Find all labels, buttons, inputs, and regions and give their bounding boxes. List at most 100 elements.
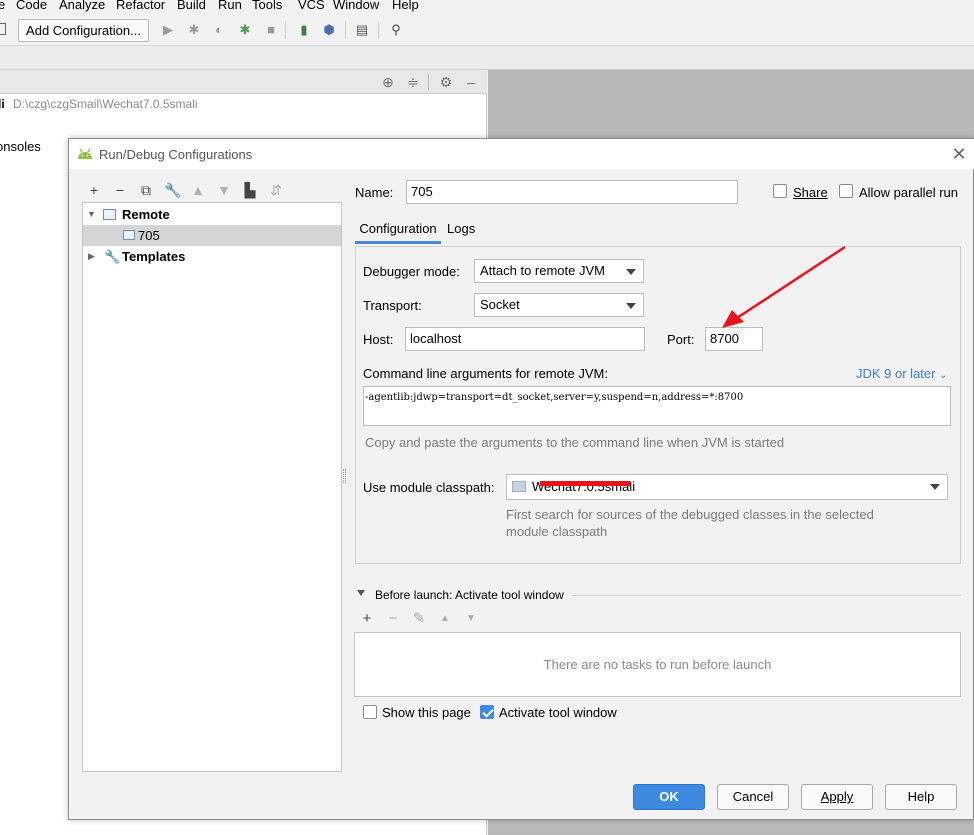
- new-folder-icon[interactable]: ▙: [242, 182, 258, 198]
- wrench-icon: 🔧: [104, 249, 121, 264]
- section-divider: [572, 595, 961, 596]
- device-manager-icon[interactable]: ▮: [296, 22, 312, 38]
- locate-icon[interactable]: ⊕: [379, 73, 397, 91]
- module-hint-line-2: module classpath: [506, 524, 608, 539]
- sdk-manager-icon[interactable]: ⬢: [321, 22, 337, 38]
- project-structure-icon[interactable]: [0, 23, 6, 35]
- transport-value: Socket: [480, 297, 520, 312]
- add-configuration-button[interactable]: Add Configuration...: [18, 19, 149, 42]
- move-up-icon[interactable]: ▲: [437, 611, 453, 627]
- menu-item-run[interactable]: Run: [218, 0, 242, 12]
- scratches-consoles-item[interactable]: onsoles: [0, 139, 41, 154]
- help-button[interactable]: Help: [885, 784, 957, 810]
- project-panel-header: ⊕ ≑ ⚙ –: [0, 70, 487, 94]
- copy-icon[interactable]: ⧉: [138, 182, 154, 198]
- menu-item-analyze[interactable]: Analyze: [59, 0, 105, 12]
- tree-item-templates[interactable]: ▶ 🔧 Templates: [83, 246, 341, 267]
- transport-select[interactable]: Socket: [474, 293, 644, 317]
- tab-configuration[interactable]: Configuration: [355, 218, 441, 244]
- menu-bar: e Code Analyze Refactor Build Run Tools …: [0, 0, 974, 14]
- tree-item-label: 705: [138, 228, 160, 243]
- debugger-mode-label: Debugger mode:: [363, 264, 460, 279]
- remove-icon[interactable]: −: [385, 611, 401, 627]
- allow-parallel-run-label: Allow parallel run: [859, 185, 958, 200]
- tab-logs[interactable]: Logs: [447, 218, 475, 240]
- module-classpath-value: Wechat7.0.5smali: [532, 479, 636, 494]
- move-down-icon[interactable]: ▼: [463, 611, 479, 627]
- minimize-icon[interactable]: –: [462, 73, 480, 91]
- toolbar-separator: [378, 21, 379, 39]
- coverage-icon[interactable]: ◐: [211, 22, 227, 38]
- project-path: D:\czg\czgSmail\Wechat7.0.5smali: [13, 97, 198, 111]
- debugger-mode-value: Attach to remote JVM: [480, 263, 605, 278]
- host-field[interactable]: localhost: [405, 327, 645, 351]
- menu-item-refactor[interactable]: Refactor: [116, 0, 165, 12]
- sort-icon[interactable]: ⇵: [268, 182, 284, 198]
- move-up-icon[interactable]: ▲: [190, 182, 206, 198]
- run-debug-dialog: Run/Debug Configurations ✕ + − ⧉ 🔧 ▲ ▼ ▙…: [68, 138, 974, 820]
- apply-button[interactable]: Apply: [801, 784, 873, 810]
- add-icon[interactable]: +: [86, 182, 102, 198]
- activate-tool-window-label: Activate tool window: [499, 705, 617, 720]
- menu-item-file[interactable]: e: [0, 0, 5, 12]
- gear-icon[interactable]: ⚙: [437, 73, 455, 91]
- menu-item-build[interactable]: Build: [177, 0, 206, 12]
- project-name[interactable]: li: [0, 97, 5, 111]
- port-field[interactable]: 8700: [705, 327, 763, 351]
- before-launch-title[interactable]: Before launch: Activate tool window: [375, 588, 564, 602]
- collapse-all-icon[interactable]: ≑: [404, 73, 422, 91]
- run-icon[interactable]: ▶: [160, 22, 176, 38]
- before-launch-tasks-list: There are no tasks to run before launch: [354, 632, 961, 697]
- header-separator: [428, 74, 429, 90]
- allow-parallel-run-checkbox[interactable]: [839, 184, 853, 198]
- menu-item-window[interactable]: Window: [333, 0, 379, 12]
- share-label: Share: [793, 185, 828, 200]
- command-line-args-field[interactable]: -agentlib:jdwp=transport=dt_socket,serve…: [363, 386, 951, 426]
- search-icon[interactable]: ⚲: [388, 22, 404, 38]
- menu-item-code[interactable]: Code: [16, 0, 47, 12]
- menu-item-vcs[interactable]: VCS: [298, 0, 325, 12]
- command-line-args-label: Command line arguments for remote JVM:: [363, 366, 608, 381]
- ok-button[interactable]: OK: [633, 784, 705, 810]
- menu-item-help[interactable]: Help: [392, 0, 419, 12]
- edit-icon[interactable]: ✎: [411, 611, 427, 627]
- add-icon[interactable]: +: [359, 611, 375, 627]
- close-icon[interactable]: ✕: [949, 144, 969, 164]
- dialog-title: Run/Debug Configurations: [99, 147, 253, 162]
- share-checkbox[interactable]: [773, 184, 787, 198]
- chevron-right-icon[interactable]: ▶: [88, 246, 95, 267]
- stop-icon[interactable]: ■: [263, 22, 279, 38]
- wrench-icon[interactable]: 🔧: [164, 182, 181, 198]
- toolbar-separator: [285, 21, 286, 39]
- project-structure-icon[interactable]: ▤: [354, 22, 370, 38]
- module-classpath-label: Use module classpath:: [363, 480, 495, 495]
- move-down-icon[interactable]: ▼: [216, 182, 232, 198]
- chevron-down-icon: [930, 484, 940, 490]
- transport-label: Transport:: [363, 298, 422, 313]
- name-label: Name:: [355, 185, 394, 200]
- name-field[interactable]: 705: [406, 180, 738, 204]
- module-classpath-select[interactable]: Wechat7.0.5smali: [506, 474, 948, 500]
- show-this-page-checkbox[interactable]: [363, 705, 377, 719]
- module-folder-icon: [512, 481, 526, 492]
- jdk-version-text: JDK 9 or later: [856, 366, 936, 381]
- debugger-mode-select[interactable]: Attach to remote JVM: [474, 259, 644, 283]
- navigation-bar: [0, 46, 974, 70]
- jdk-version-link[interactable]: JDK 9 or later ⌄: [856, 366, 948, 381]
- menu-item-tools[interactable]: Tools: [252, 0, 282, 12]
- splitter-handle[interactable]: [343, 469, 346, 483]
- remove-icon[interactable]: −: [112, 182, 128, 198]
- tree-item-label: Remote: [122, 207, 170, 222]
- tree-item-705[interactable]: 705: [83, 225, 341, 246]
- debug-icon[interactable]: ✱: [186, 22, 202, 38]
- chevron-down-icon[interactable]: [357, 590, 365, 596]
- attach-debugger-icon[interactable]: ✱: [237, 22, 253, 38]
- cancel-button[interactable]: Cancel: [717, 784, 789, 810]
- host-label: Host:: [363, 332, 394, 347]
- empty-tasks-text: There are no tasks to run before launch: [543, 657, 772, 672]
- chevron-down-icon: ⌄: [939, 370, 948, 381]
- dialog-title-bar: Run/Debug Configurations ✕: [69, 139, 974, 169]
- chevron-down-icon[interactable]: ▼: [87, 204, 96, 225]
- activate-tool-window-checkbox[interactable]: [480, 705, 494, 719]
- tree-item-remote[interactable]: ▼ Remote: [83, 204, 341, 225]
